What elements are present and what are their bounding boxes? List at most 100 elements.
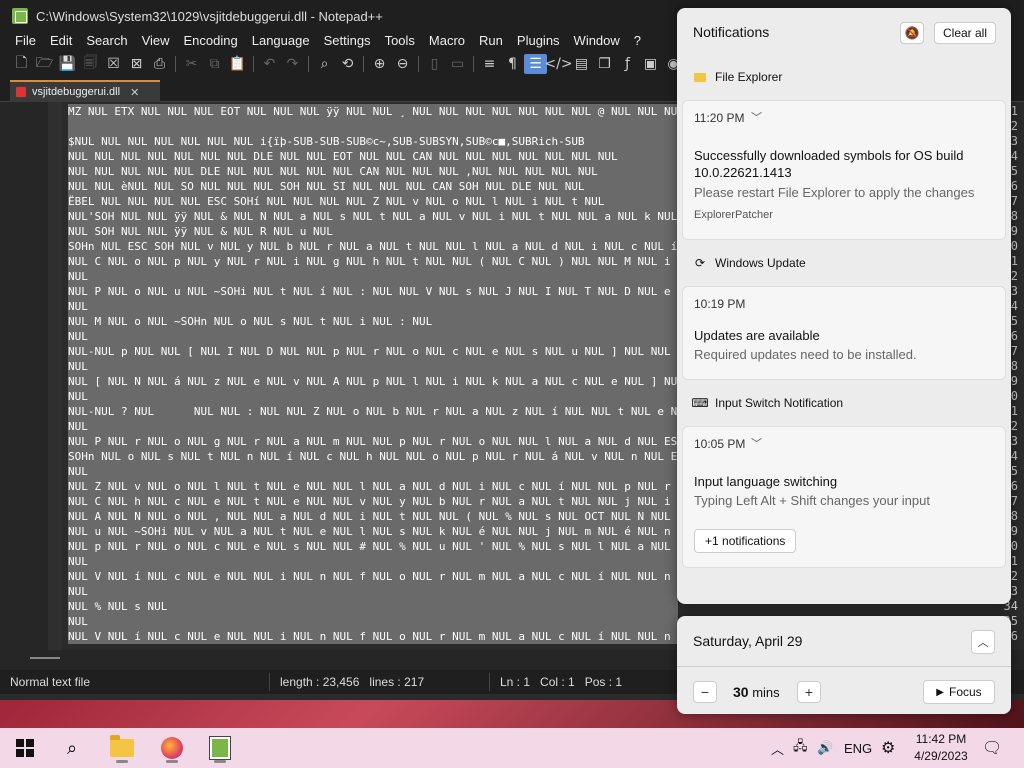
code-line[interactable]: NUL p NUL r NUL o NUL c NUL e NUL s NUL …	[68, 539, 678, 554]
code-line[interactable]: NUL C NUL h NUL c NUL e NUL t NUL e NUL …	[68, 494, 678, 509]
code-line[interactable]: NUL % NUL s NUL	[68, 599, 678, 614]
close-all-icon[interactable]: ⊠	[125, 54, 148, 74]
menu-edit[interactable]: Edit	[43, 30, 79, 52]
new-file-icon[interactable]: 🗋	[10, 54, 33, 74]
menu-run[interactable]: Run	[472, 30, 510, 52]
code-line[interactable]: NUL	[68, 299, 678, 314]
find-icon[interactable]: ⌕	[313, 54, 336, 74]
tab-vsjitdebuggerui[interactable]: vsjitdebuggerui.dll ✕	[10, 80, 160, 102]
code-line[interactable]: NUL	[68, 389, 678, 404]
menu-view[interactable]: View	[135, 30, 177, 52]
code-line[interactable]: ËBEL NUL NUL NUL NUL ESC SOHí NUL NUL NU…	[68, 194, 678, 209]
language-indicator[interactable]: ENG	[844, 728, 872, 768]
folder-workspace-icon[interactable]: ▣	[639, 54, 662, 74]
notification-card[interactable]: 10:19 PM Updates are available Required …	[682, 286, 1006, 380]
menu-window[interactable]: Window	[567, 30, 627, 52]
scrollbar-thumb[interactable]	[30, 657, 60, 659]
menu-search[interactable]: Search	[79, 30, 134, 52]
zoom-in-icon[interactable]: ⊕	[368, 54, 391, 74]
code-line[interactable]: NUL NUL èNUL NUL SO NUL NUL NUL SOH NUL …	[68, 179, 678, 194]
code-line[interactable]: NUL P NUL r NUL o NUL g NUL r NUL a NUL …	[68, 434, 678, 449]
code-line[interactable]: NUL M NUL o NUL ~SOHn NUL o NUL s NUL t …	[68, 314, 678, 329]
increase-focus-button[interactable]: +	[797, 681, 821, 703]
code-line[interactable]: NUL	[68, 269, 678, 284]
code-line[interactable]: NUL P NUL o NUL u NUL ~SOHi NUL t NUL í …	[68, 284, 678, 299]
chevron-down-icon[interactable]: ﹀	[751, 109, 762, 125]
code-line[interactable]: $NUL NUL NUL NUL NUL NUL NUL i{ïþ-SUB-SU…	[68, 134, 678, 149]
menu-language[interactable]: Language	[245, 30, 317, 52]
menu-encoding[interactable]: Encoding	[177, 30, 245, 52]
word-wrap-icon[interactable]: ≡	[478, 54, 501, 74]
start-button[interactable]	[8, 732, 42, 764]
code-line[interactable]: MZ NUL ETX NUL NUL NUL EOT NUL NUL NUL ÿ…	[68, 104, 678, 119]
redo-icon[interactable]: ↷	[281, 54, 304, 74]
notepadpp-taskbar-button[interactable]	[203, 732, 237, 764]
copy-icon[interactable]: ⧉	[203, 54, 226, 74]
code-line[interactable]: NUL-NUL p NUL NUL [ NUL I NUL D NUL NUL …	[68, 344, 678, 359]
code-line[interactable]: NUL-NUL ? NUL NUL NUL : NUL NUL Z NUL o …	[68, 404, 678, 419]
code-line[interactable]: NUL u NUL ~SOHi NUL v NUL a NUL t NUL e …	[68, 524, 678, 539]
save-icon[interactable]: 💾	[56, 54, 79, 74]
clear-all-button[interactable]: Clear all	[934, 22, 996, 44]
code-line[interactable]: NUL'SOH NUL NUL ÿÿ NUL & NUL N NUL a NUL…	[68, 209, 678, 224]
sync-horizontal-icon[interactable]: ▭	[446, 54, 469, 74]
code-line[interactable]: NUL A NUL N NUL o NUL , NUL NUL a NUL d …	[68, 509, 678, 524]
show-hidden-icons-chevron-up-icon[interactable]: ︿	[771, 728, 784, 768]
open-file-icon[interactable]: 🗁	[33, 54, 56, 74]
volume-icon[interactable]: 🔊	[817, 728, 833, 768]
tab-close-icon[interactable]: ✕	[130, 86, 139, 99]
code-line[interactable]: NUL NUL NUL NUL NUL DLE NUL NUL NUL NUL …	[68, 164, 678, 179]
code-line[interactable]: NUL C NUL o NUL p NUL y NUL r NUL i NUL …	[68, 254, 678, 269]
code-line[interactable]: NUL V NUL í NUL c NUL e NUL NUL i NUL n …	[68, 569, 678, 584]
close-icon[interactable]: ☒	[102, 54, 125, 74]
network-icon[interactable]: 🖧	[793, 728, 808, 768]
chevron-down-icon[interactable]: ﹀	[751, 435, 762, 451]
menu-plugins[interactable]: Plugins	[510, 30, 567, 52]
decrease-focus-button[interactable]: −	[693, 681, 717, 703]
menu-help[interactable]: ?	[627, 30, 648, 52]
code-line[interactable]: SOHn NUL ESC SOH NUL v NUL y NUL b NUL r…	[68, 239, 678, 254]
show-all-chars-icon[interactable]: ¶	[501, 54, 524, 74]
code-line[interactable]: NUL Z NUL v NUL o NUL l NUL t NUL e NUL …	[68, 479, 678, 494]
sync-vertical-icon[interactable]: ▯	[423, 54, 446, 74]
code-line[interactable]: NUL	[68, 614, 678, 629]
search-icon[interactable]: ⌕	[55, 732, 89, 764]
chevron-up-icon[interactable]: ︿	[971, 630, 995, 654]
menu-tools[interactable]: Tools	[378, 30, 422, 52]
print-icon[interactable]: ⎙	[148, 54, 171, 74]
gear-icon[interactable]: ⚙	[881, 728, 895, 768]
clock[interactable]: 11:42 PM 4/29/2023	[906, 731, 976, 765]
function-list-icon[interactable]: ƒ	[616, 54, 639, 74]
code-line[interactable]: NUL V NUL í NUL c NUL e NUL NUL i NUL n …	[68, 629, 678, 644]
replace-icon[interactable]: ⟲	[336, 54, 359, 74]
code-line[interactable]: NUL	[68, 359, 678, 374]
paste-icon[interactable]: 📋	[226, 54, 249, 74]
menu-file[interactable]: File	[8, 30, 43, 52]
firefox-taskbar-button[interactable]	[155, 732, 189, 764]
notification-center-icon[interactable]: 🗨	[982, 728, 1002, 768]
code-line[interactable]: SOHn NUL o NUL s NUL t NUL n NUL í NUL c…	[68, 449, 678, 464]
code-line[interactable]: NUL	[68, 554, 678, 569]
doc-list-icon[interactable]: ❐	[593, 54, 616, 74]
cut-icon[interactable]: ✂	[180, 54, 203, 74]
menu-settings[interactable]: Settings	[317, 30, 378, 52]
code-line[interactable]: NUL	[68, 464, 678, 479]
code-line[interactable]: NUL NUL NUL NUL NUL NUL NUL DLE NUL NUL …	[68, 149, 678, 164]
code-line[interactable]: NUL	[68, 584, 678, 599]
file-explorer-taskbar-button[interactable]	[105, 732, 139, 764]
code-line[interactable]: NUL [ NUL N NUL á NUL z NUL e NUL v NUL …	[68, 374, 678, 389]
save-all-icon[interactable]: 🗐	[79, 54, 102, 74]
notification-card[interactable]: 11:20 PM ﹀ Successfully downloaded symbo…	[682, 100, 1006, 240]
more-notifications-button[interactable]: +1 notifications	[694, 529, 797, 553]
zoom-out-icon[interactable]: ⊖	[391, 54, 414, 74]
menu-macro[interactable]: Macro	[422, 30, 472, 52]
undo-icon[interactable]: ↶	[258, 54, 281, 74]
code-line[interactable]: NUL	[68, 419, 678, 434]
code-line[interactable]	[68, 119, 678, 134]
focus-button[interactable]: ▶ Focus	[923, 680, 995, 704]
do-not-disturb-icon[interactable]: 🔕	[900, 22, 924, 44]
xml-tag-icon[interactable]: </>	[544, 54, 572, 74]
notification-card[interactable]: 10:05 PM ﹀ Input language switching Typi…	[682, 426, 1006, 568]
code-line[interactable]: NUL SOH NUL NUL ÿÿ NUL & NUL R NUL u NUL	[68, 224, 678, 239]
document-map-icon[interactable]: ▤	[570, 54, 593, 74]
